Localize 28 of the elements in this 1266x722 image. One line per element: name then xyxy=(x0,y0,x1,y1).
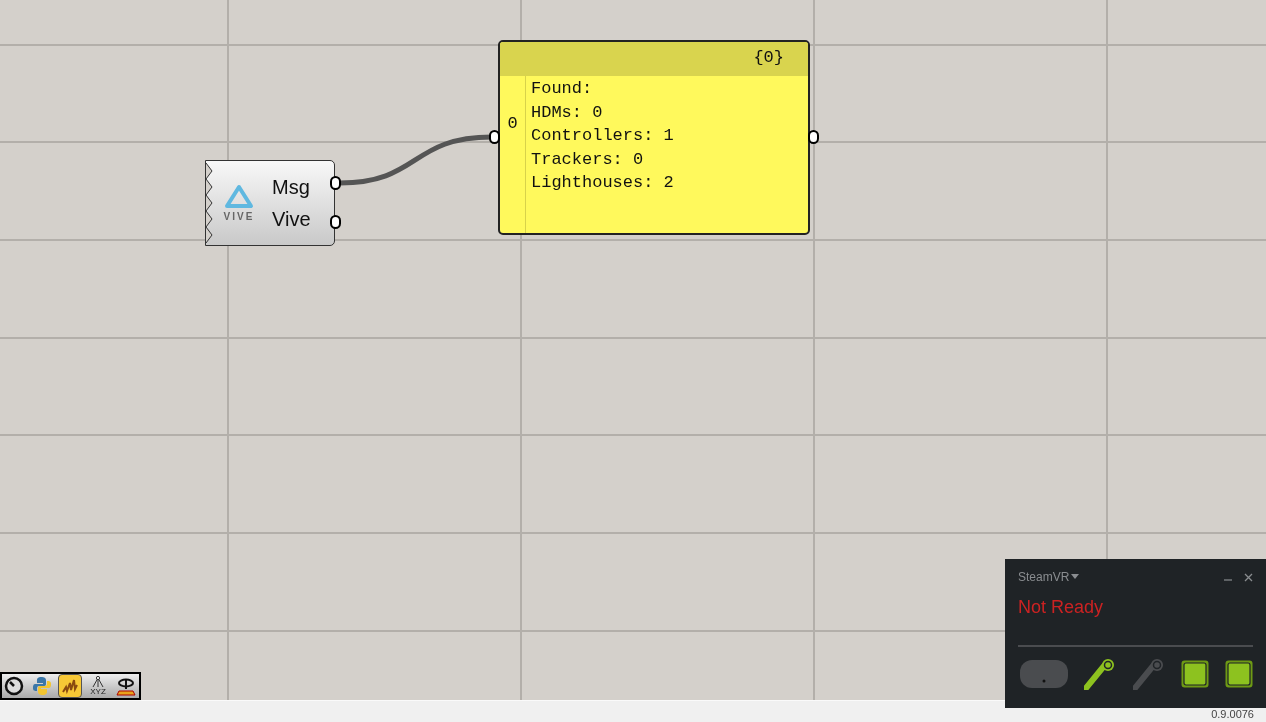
index-label: 0 xyxy=(507,112,518,135)
xyz-label: XYZ xyxy=(90,688,106,696)
status-text: Not Ready xyxy=(1018,596,1105,619)
output-label: Vive xyxy=(272,209,311,229)
panel-line: Controllers: 1 xyxy=(531,125,674,147)
steamvr-menu[interactable]: SteamVR xyxy=(1018,568,1080,586)
panel-line: Lighthouses: 2 xyxy=(531,172,674,194)
output-grip[interactable] xyxy=(808,130,819,144)
panel-line: HDMs: 0 xyxy=(531,101,604,124)
node-tree-icon xyxy=(90,676,106,688)
dropdown-caret-icon xyxy=(1071,574,1080,580)
output-grip[interactable] xyxy=(330,176,341,190)
panel-line: Found: xyxy=(531,78,594,100)
close-icon[interactable] xyxy=(1244,572,1253,582)
path-label: {0} xyxy=(753,47,784,69)
version-label: 0.9.0076 xyxy=(1211,706,1254,722)
vive-logo-icon xyxy=(223,184,255,210)
python-icon[interactable] xyxy=(30,674,54,698)
input-grip[interactable] xyxy=(489,130,500,144)
timer-icon[interactable] xyxy=(2,674,26,698)
output-grip[interactable] xyxy=(330,215,341,229)
wave-icon[interactable] xyxy=(58,674,82,698)
vive-component[interactable]: VIVE Msg Vive xyxy=(205,160,335,246)
panel-line: Trackers: 0 xyxy=(531,148,645,171)
output-label: Msg xyxy=(272,177,311,197)
jagged-edge-icon xyxy=(206,163,214,245)
logo-text: VIVE xyxy=(223,212,255,222)
xyz-icon[interactable]: XYZ xyxy=(86,674,110,698)
